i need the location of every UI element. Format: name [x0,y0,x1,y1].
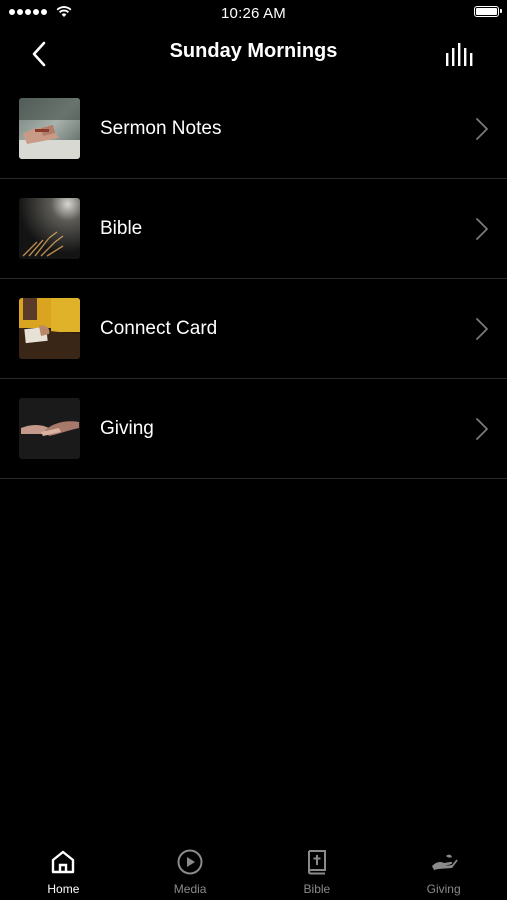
chevron-right-icon [476,218,488,240]
list-item-label: Sermon Notes [100,118,222,139]
tab-bar: Home Media Bible Giving [0,840,507,900]
list-item-label: Connect Card [100,318,218,339]
bible-icon [307,850,326,875]
list-item-giving[interactable]: Giving [0,379,507,479]
play-circle-icon [177,849,203,875]
list-item-bible[interactable]: Bible [0,179,507,279]
status-bar: 10:26 AM [0,0,507,28]
tab-label: Home [47,882,80,896]
tab-giving[interactable]: Giving [380,840,507,900]
battery-icon [474,6,502,17]
tab-label: Giving [426,882,461,896]
navigation-bar: Sunday Mornings [0,28,507,78]
tab-media[interactable]: Media [127,840,254,900]
chevron-right-icon [476,318,488,340]
sermon-notes-thumbnail [19,98,80,159]
giving-thumbnail [19,398,80,459]
bible-thumbnail [19,198,80,259]
status-time: 10:26 AM [221,5,286,22]
menu-list: Sermon Notes Bible Connect Card Giving [0,79,507,479]
giving-hand-icon [431,854,458,870]
home-icon [52,850,75,874]
list-item-label: Giving [100,418,154,439]
chevron-right-icon [476,418,488,440]
page-title: Sunday Mornings [169,40,338,62]
tab-label: Media [173,882,207,896]
list-item-sermon-notes[interactable]: Sermon Notes [0,79,507,179]
tab-bible[interactable]: Bible [254,840,381,900]
equalizer-icon[interactable] [445,40,477,68]
list-item-connect-card[interactable]: Connect Card [0,279,507,379]
tab-home[interactable]: Home [0,840,127,900]
connect-card-thumbnail [19,298,80,359]
chevron-right-icon [476,118,488,140]
tab-label: Bible [303,882,331,896]
list-item-label: Bible [100,218,143,239]
